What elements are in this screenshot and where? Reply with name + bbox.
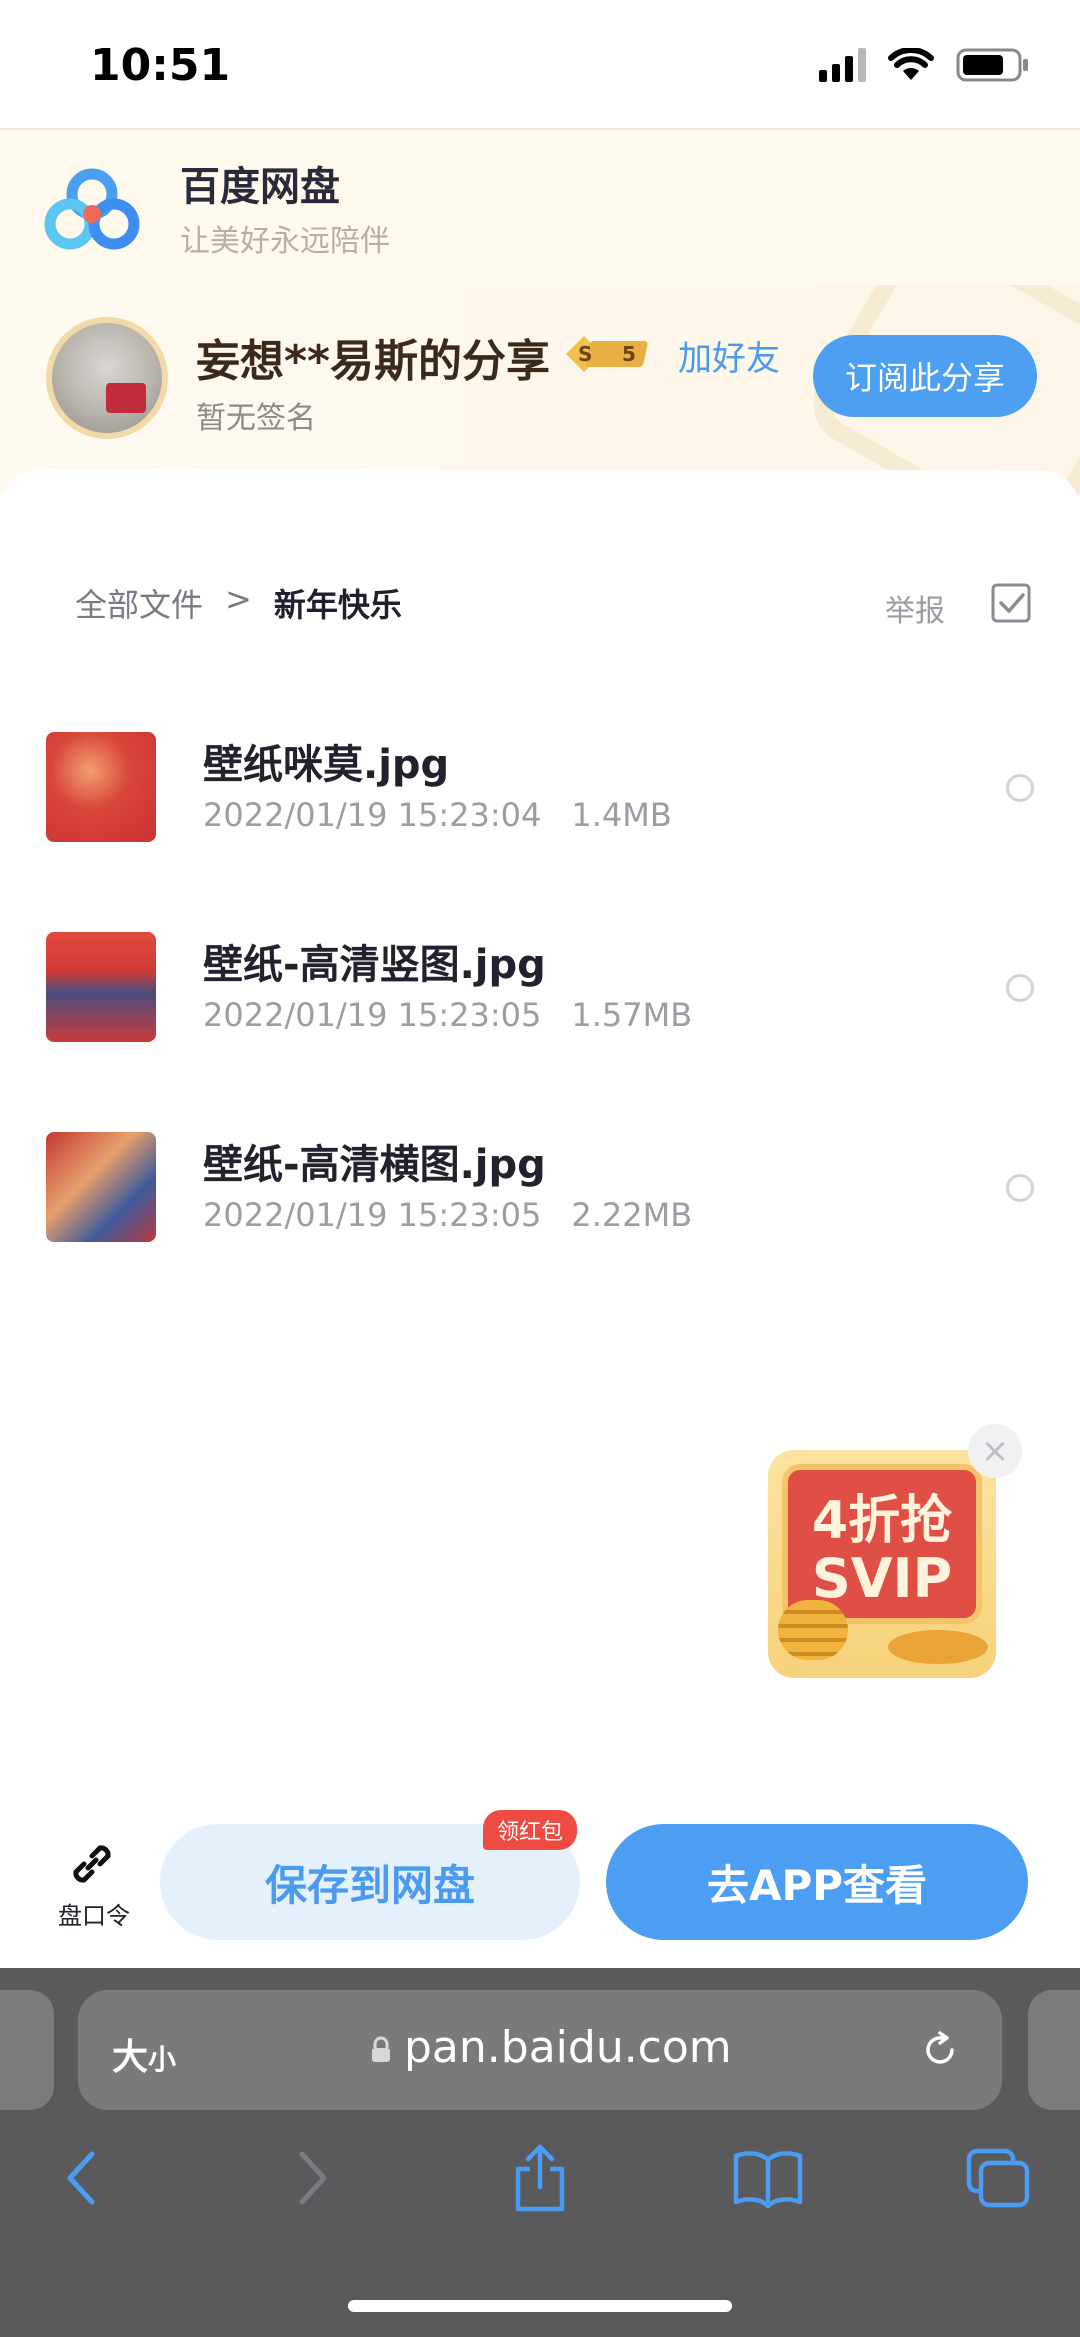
add-friend-link[interactable]: 加好友 [678,331,780,380]
back-button[interactable] [42,2138,122,2218]
status-icons [819,48,1030,82]
coin-icon [888,1630,988,1664]
url-text[interactable]: pan.baidu.com [404,2022,732,2073]
share-code-label[interactable]: 盘口令 [58,1896,130,1931]
level-number: 5 [622,342,636,366]
level-badge-icon: S 5 [566,336,648,372]
file-meta: 2022/01/19 15:23:04 1.4MB [203,796,672,834]
action-bar: 盘口令 保存到网盘 领红包 去APP查看 [0,1800,1080,1968]
address-bar[interactable]: 大小 pan.baidu.com [78,1990,1002,2110]
file-name: 壁纸-高清竖图.jpg [203,942,546,988]
file-row[interactable]: 壁纸-高清横图.jpg 2022/01/19 15:23:05 2.22MB [0,1110,1080,1310]
file-date: 2022/01/19 15:23:05 [203,1196,542,1234]
file-thumbnail [46,732,156,842]
tabs-icon [966,2148,1030,2208]
cellular-signal-icon [819,48,866,82]
status-time: 10:51 [90,40,231,91]
lock-icon [372,2036,390,2062]
file-select-radio[interactable] [1006,1174,1034,1202]
text-size-small: 小 [148,2043,177,2076]
file-name: 壁纸咪莫.jpg [203,742,450,788]
sharer-banner: 妄想**易斯的分享 S 5 加好友 暂无签名 订阅此分享 [0,285,1080,495]
browser-toolbar [0,2138,1080,2238]
breadcrumb-current: 新年快乐 [273,586,402,624]
coin-stack-icon [778,1600,848,1660]
battery-icon [956,48,1028,82]
file-name: 壁纸-高清横图.jpg [203,1142,546,1188]
forward-button[interactable] [272,2138,352,2218]
text-size-big: 大 [112,2037,149,2078]
text-size-button[interactable]: 大小 [112,2028,176,2080]
status-bar: 10:51 [0,0,1080,130]
red-packet-badge: 领红包 [483,1810,578,1850]
reload-icon[interactable] [918,2028,962,2072]
brand-name: 百度网盘 [180,164,340,210]
next-tab-preview[interactable] [1028,1990,1080,2110]
close-icon[interactable]: × [968,1424,1022,1478]
file-select-radio[interactable] [1006,974,1034,1002]
share-button[interactable] [500,2138,580,2218]
book-icon [733,2151,803,2208]
file-list: 壁纸咪莫.jpg 2022/01/19 15:23:04 1.4MB 壁纸-高清竖… [0,710,1080,1310]
wifi-icon [888,48,934,80]
file-meta: 2022/01/19 15:23:05 1.57MB [203,996,692,1034]
brand-slogan: 让美好永远陪伴 [180,224,390,259]
file-thumbnail [46,932,156,1042]
file-meta: 2022/01/19 15:23:05 2.22MB [203,1196,692,1234]
file-date: 2022/01/19 15:23:05 [203,996,542,1034]
svg-text:S: S [578,342,592,366]
file-size: 1.57MB [571,996,693,1034]
browser-chrome: 大小 pan.baidu.com [0,1968,1080,2337]
tabs-button[interactable] [958,2138,1038,2218]
select-all-checkbox-icon[interactable] [990,582,1032,624]
report-link[interactable]: 举报 [885,586,945,630]
signature-text: 暂无签名 [196,401,316,436]
previous-tab-preview[interactable] [0,1990,54,2110]
home-indicator [348,2300,732,2312]
breadcrumb-separator: > [225,580,252,618]
file-row[interactable]: 壁纸-高清竖图.jpg 2022/01/19 15:23:05 1.57MB [0,910,1080,1110]
bookmarks-button[interactable] [728,2138,808,2218]
chevron-right-icon [299,2151,327,2205]
sharer-name: 妄想**易斯的分享 [196,336,551,387]
subscribe-button[interactable]: 订阅此分享 [813,335,1037,417]
open-in-app-button[interactable]: 去APP查看 [606,1824,1028,1940]
share-icon [515,2144,565,2212]
file-size: 2.22MB [571,1196,693,1234]
file-size: 1.4MB [571,796,672,834]
app-header: 百度网盘 让美好永远陪伴 [0,130,1080,285]
file-date: 2022/01/19 15:23:04 [203,796,542,834]
avatar[interactable] [46,317,168,439]
file-row[interactable]: 壁纸咪莫.jpg 2022/01/19 15:23:04 1.4MB [0,710,1080,910]
promo-line1: 4折抢 [811,1491,953,1551]
file-select-radio[interactable] [1006,774,1034,802]
svip-promo-banner[interactable]: 4折抢 SVIP [768,1450,996,1678]
breadcrumb-root[interactable]: 全部文件 [75,580,203,626]
chevron-left-icon [67,2151,95,2205]
baidu-netdisk-logo [44,168,140,250]
link-icon[interactable] [62,1834,122,1894]
breadcrumb: 全部文件 > 新年快乐 [75,580,402,626]
file-thumbnail [46,1132,156,1242]
